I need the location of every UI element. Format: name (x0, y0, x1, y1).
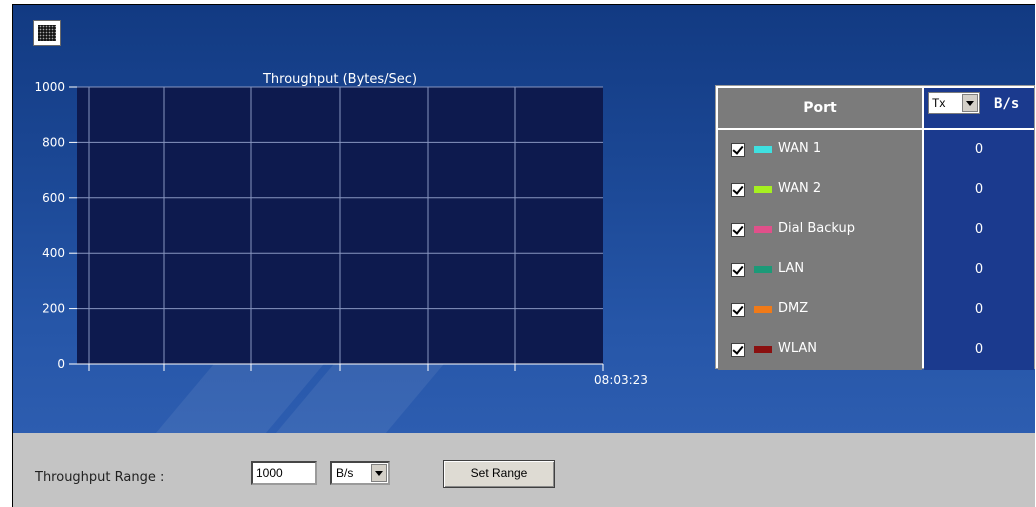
port-value: 0 (924, 130, 1034, 170)
throughput-range-input[interactable]: 1000 (251, 461, 317, 485)
port-name: Dial Backup (778, 221, 855, 236)
port-name: LAN (778, 261, 805, 276)
port-row: LAN 0 (716, 250, 1034, 292)
port-cell: WAN 1 (718, 130, 922, 170)
x-tick-label: 08:03:23 (594, 373, 648, 387)
port-value: 0 (924, 210, 1034, 250)
port-name: WAN 2 (778, 181, 822, 196)
chevron-down-icon[interactable] (371, 464, 387, 482)
port-table-header: Port Tx B/s (716, 86, 1034, 128)
graph-panel: 1000 800 600 400 200 0 08:03:23 Throughput (Byt… (13, 5, 1035, 433)
port-checkbox[interactable] (731, 143, 745, 157)
y-tick-label: 800 (42, 135, 65, 149)
y-tick-label: 1000 (34, 80, 65, 94)
port-table: Port Tx B/s WAN 1 0 WAN 2 0 Dial Backup 0 LAN 0… (715, 85, 1035, 372)
port-value: 0 (924, 330, 1034, 370)
port-name: WAN 1 (778, 141, 822, 156)
chevron-down-icon[interactable] (962, 94, 978, 112)
direction-select-value: Tx (932, 96, 946, 110)
port-cell: DMZ (718, 290, 922, 330)
set-range-button[interactable]: Set Range (443, 460, 555, 488)
chart-title: Throughput (Bytes/Sec) (262, 72, 417, 87)
port-checkbox[interactable] (731, 223, 745, 237)
port-cell: WAN 2 (718, 170, 922, 210)
port-value: 0 (924, 290, 1034, 330)
y-tick-label: 600 (42, 191, 65, 205)
unit-label: B/s (994, 96, 1020, 112)
range-unit-select[interactable]: B/s (330, 461, 390, 485)
port-cell: Dial Backup (718, 210, 922, 250)
throughput-range-label: Throughput Range : (35, 470, 165, 485)
port-name: DMZ (778, 301, 809, 316)
port-value: 0 (924, 250, 1034, 290)
port-value: 0 (924, 170, 1034, 210)
port-color-swatch (754, 266, 772, 273)
port-color-swatch (754, 146, 772, 153)
y-tick-label: 400 (42, 246, 65, 260)
port-row: Dial Backup 0 (716, 210, 1034, 252)
y-tick-label: 200 (42, 302, 65, 316)
port-row: WLAN 0 (716, 330, 1034, 372)
direction-header: Tx B/s (924, 88, 1034, 128)
port-name: WLAN (778, 341, 818, 356)
port-row: WAN 2 0 (716, 170, 1034, 212)
port-color-swatch (754, 186, 772, 193)
port-checkbox[interactable] (731, 263, 745, 277)
throughput-chart: 1000 800 600 400 200 0 08:03:23 Throughput (Byt… (34, 72, 648, 387)
port-cell: WLAN (718, 330, 922, 370)
throughput-monitor: 1000 800 600 400 200 0 08:03:23 Throughput (Byt… (12, 4, 1035, 507)
port-checkbox[interactable] (731, 343, 745, 357)
port-color-swatch (754, 306, 772, 313)
direction-select[interactable]: Tx (928, 92, 980, 114)
y-tick-label: 0 (57, 357, 65, 371)
port-color-swatch (754, 346, 772, 353)
range-unit-value: B/s (336, 466, 354, 480)
port-checkbox[interactable] (731, 303, 745, 317)
port-row: DMZ 0 (716, 290, 1034, 332)
port-row: WAN 1 0 (716, 130, 1034, 172)
range-bar: Throughput Range : 1000 B/s Set Range (13, 433, 1035, 507)
port-cell: LAN (718, 250, 922, 290)
port-color-swatch (754, 226, 772, 233)
port-checkbox[interactable] (731, 183, 745, 197)
port-header: Port (718, 88, 922, 128)
